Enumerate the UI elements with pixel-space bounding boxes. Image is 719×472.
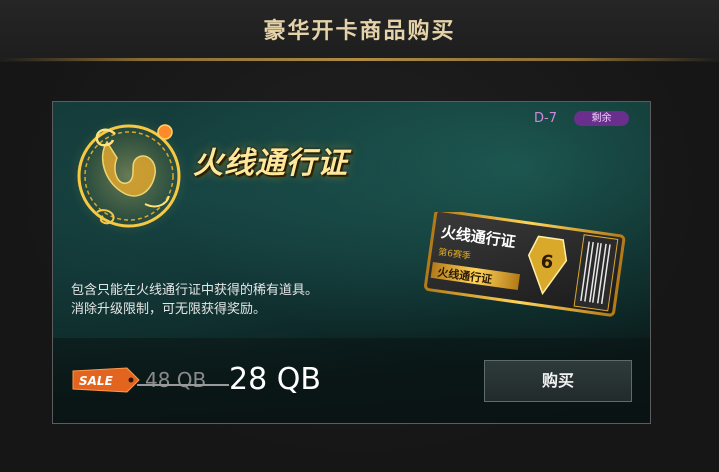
page-title: 豪华开卡商品购买 (263, 19, 456, 44)
header-divider (0, 58, 719, 61)
price-strikethrough (137, 384, 229, 386)
product-description: 包含只能在火线通行证中获得的稀有道具。 消除升级限制，可无限获得奖励。 (71, 281, 318, 319)
product-card: 火线通行证 D-7 剩余 包含只能在火线通行证中获得的稀有道具。 消除升级限制，… (52, 101, 651, 424)
season-code: D-7 (534, 111, 557, 126)
original-price: 48 QB (145, 368, 207, 392)
description-line-2: 消除升级限制，可无限获得奖励。 (71, 302, 267, 317)
dialog-header: 豪华开卡商品购买 (0, 0, 719, 62)
sale-label: SALE (79, 374, 114, 388)
product-title: 火线通行证 (193, 146, 348, 181)
sale-tag-icon: SALE (72, 367, 140, 393)
buy-button[interactable]: 购买 (484, 360, 632, 402)
golden-dragon-emblem-icon (69, 116, 189, 236)
pass-ticket-icon: 6 火线通行证 第6赛季 火线通行证 (424, 212, 626, 317)
remaining-badge: 剩余 (574, 111, 629, 126)
sale-price: 28 QB (229, 362, 321, 397)
description-line-1: 包含只能在火线通行证中获得的稀有道具。 (71, 283, 319, 298)
purchase-dialog: 豪华开卡商品购买 火线通行证 D-7 剩余 包含只能在火线通行证中获得的稀有道具… (0, 0, 719, 472)
